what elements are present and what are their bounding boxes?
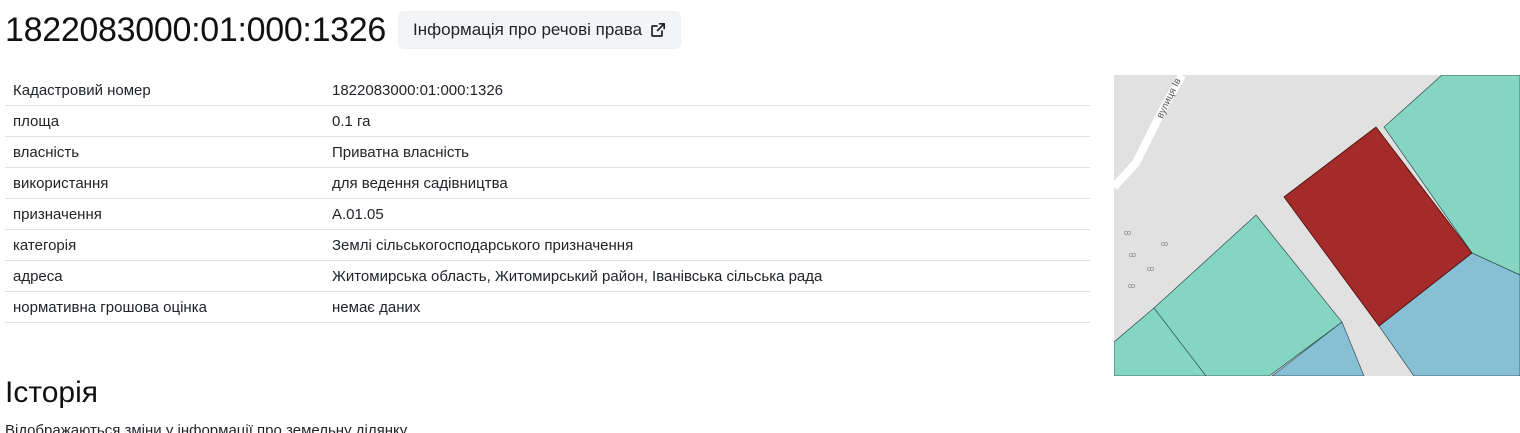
table-row: нормативна грошова оцінка немає даних xyxy=(5,291,1090,323)
row-value: немає даних xyxy=(324,291,1090,323)
row-label: адреса xyxy=(5,260,324,292)
table-row: адреса Житомирська область, Житомирський … xyxy=(5,260,1090,292)
title-row: 1822083000:01:000:1326 Інформація про ре… xyxy=(5,8,682,52)
parcel-page: 1822083000:01:000:1326 Інформація про ре… xyxy=(0,0,1520,433)
external-link-icon xyxy=(651,22,666,37)
row-label: призначення xyxy=(5,198,324,230)
table-row: використання для ведення садівництва xyxy=(5,167,1090,199)
history-description: Відображаються зміни у інформації про зе… xyxy=(5,422,408,433)
table-row: категорія Землі сільськогосподарського пр… xyxy=(5,229,1090,261)
parcel-info-table: Кадастровий номер 1822083000:01:000:1326 п… xyxy=(5,75,1090,323)
row-value: Приватна власність xyxy=(324,136,1090,168)
row-label: нормативна грошова оцінка xyxy=(5,291,324,323)
property-rights-button-label: Інформація про речові права xyxy=(413,20,643,39)
table-row: призначення А.01.05 xyxy=(5,198,1090,230)
row-label: власність xyxy=(5,136,324,168)
row-value: 1822083000:01:000:1326 xyxy=(324,75,1090,106)
table-row: площа 0.1 га xyxy=(5,105,1090,137)
property-rights-button[interactable]: Інформація про речові права xyxy=(398,11,682,49)
table-row: власність Приватна власність xyxy=(5,136,1090,168)
history-title: Історія xyxy=(5,376,99,409)
row-value: Землі сільськогосподарського призначення xyxy=(324,229,1090,261)
row-value: А.01.05 xyxy=(324,198,1090,230)
map-canvas: вулиця Ів xyxy=(1114,75,1520,376)
row-label: категорія xyxy=(5,229,324,261)
row-label: використання xyxy=(5,167,324,199)
row-value: 0.1 га xyxy=(324,105,1090,137)
row-value: для ведення садівництва xyxy=(324,167,1090,199)
row-label: Кадастровий номер xyxy=(5,75,324,106)
row-value: Житомирська область, Житомирський район,… xyxy=(324,260,1090,292)
parcel-map[interactable]: вулиця Ів xyxy=(1114,75,1520,376)
row-label: площа xyxy=(5,105,324,137)
page-title: 1822083000:01:000:1326 xyxy=(5,11,387,49)
table-row: Кадастровий номер 1822083000:01:000:1326 xyxy=(5,75,1090,106)
